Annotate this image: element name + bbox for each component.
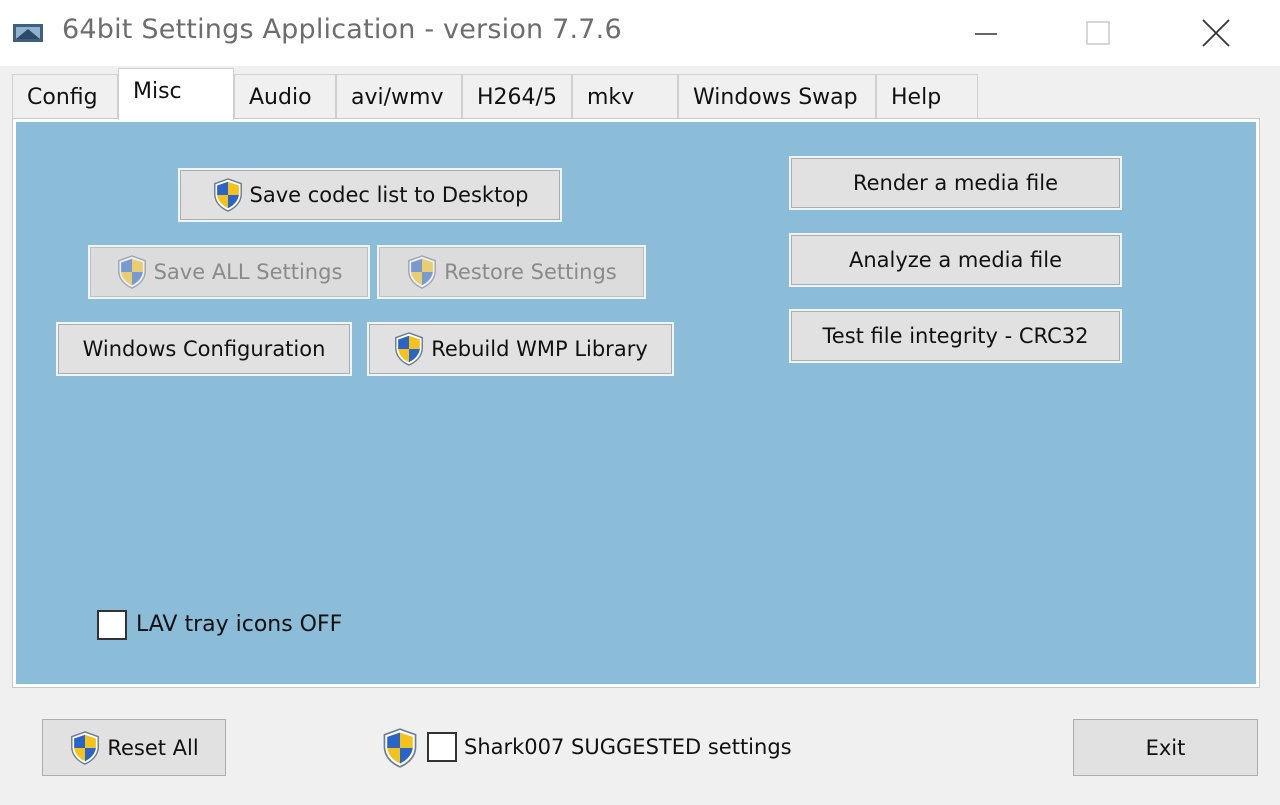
analyze-media-file-label: Analyze a media file — [848, 248, 1063, 272]
close-icon — [1202, 19, 1230, 47]
test-file-integrity-button[interactable]: Test file integrity - CRC32 — [789, 309, 1122, 363]
maximize-icon — [1086, 21, 1110, 45]
tab-mkv[interactable]: mkv — [572, 74, 678, 118]
exit-button[interactable]: Exit — [1073, 719, 1258, 776]
maximize-button[interactable] — [1068, 8, 1128, 58]
tab-windows-swap[interactable]: Windows Swap — [678, 74, 876, 118]
windows-configuration-button[interactable]: Windows Configuration — [56, 322, 352, 376]
window-title: 64bit Settings Application - version 7.7… — [62, 14, 622, 45]
tab-config[interactable]: Config — [12, 74, 118, 118]
save-all-settings-button[interactable]: Save ALL Settings — [88, 245, 370, 299]
rebuild-wmp-library-label: Rebuild WMP Library — [431, 337, 648, 361]
lav-tray-icons-checkbox[interactable] — [97, 610, 127, 640]
rebuild-wmp-library-button[interactable]: Rebuild WMP Library — [367, 322, 674, 376]
minimize-button[interactable] — [956, 8, 1016, 58]
analyze-media-file-button[interactable]: Analyze a media file — [789, 233, 1122, 287]
uac-shield-icon — [382, 728, 418, 768]
tab-h264-5[interactable]: H264/5 — [462, 74, 572, 118]
minimize-icon — [975, 33, 997, 35]
uac-shield-icon — [212, 178, 244, 212]
tab-help[interactable]: Help — [876, 74, 978, 118]
render-media-file-label: Render a media file — [852, 171, 1059, 195]
lav-tray-icons-label: LAV tray icons OFF — [136, 612, 343, 637]
tab-misc[interactable]: Misc — [118, 68, 234, 120]
reset-all-label: Reset All — [107, 735, 199, 760]
save-codec-list-button[interactable]: Save codec list to Desktop — [178, 168, 562, 222]
title-bar[interactable]: 64bit Settings Application - version 7.7… — [0, 0, 1280, 66]
exit-label: Exit — [1145, 735, 1186, 760]
tab-avi-wmv[interactable]: avi/wmv — [336, 74, 462, 118]
windows-configuration-label: Windows Configuration — [82, 337, 326, 361]
reset-all-button[interactable]: Reset All — [42, 719, 226, 776]
restore-settings-button[interactable]: Restore Settings — [377, 245, 646, 299]
suggested-settings-label: Shark007 SUGGESTED settings — [464, 735, 792, 759]
settings-window: 64bit Settings Application - version 7.7… — [0, 0, 1280, 805]
restore-settings-label: Restore Settings — [444, 260, 617, 284]
render-media-file-button[interactable]: Render a media file — [789, 156, 1122, 210]
uac-shield-icon — [393, 332, 425, 366]
save-all-settings-label: Save ALL Settings — [153, 260, 343, 284]
test-file-integrity-label: Test file integrity - CRC32 — [822, 324, 1089, 348]
save-codec-list-label: Save codec list to Desktop — [249, 183, 529, 207]
tab-audio[interactable]: Audio — [234, 74, 336, 118]
app-icon — [13, 24, 43, 42]
close-button[interactable] — [1186, 8, 1246, 58]
uac-shield-icon — [116, 255, 148, 289]
uac-shield-icon — [406, 255, 438, 289]
uac-shield-icon — [69, 731, 101, 765]
suggested-settings-checkbox[interactable] — [427, 732, 457, 762]
